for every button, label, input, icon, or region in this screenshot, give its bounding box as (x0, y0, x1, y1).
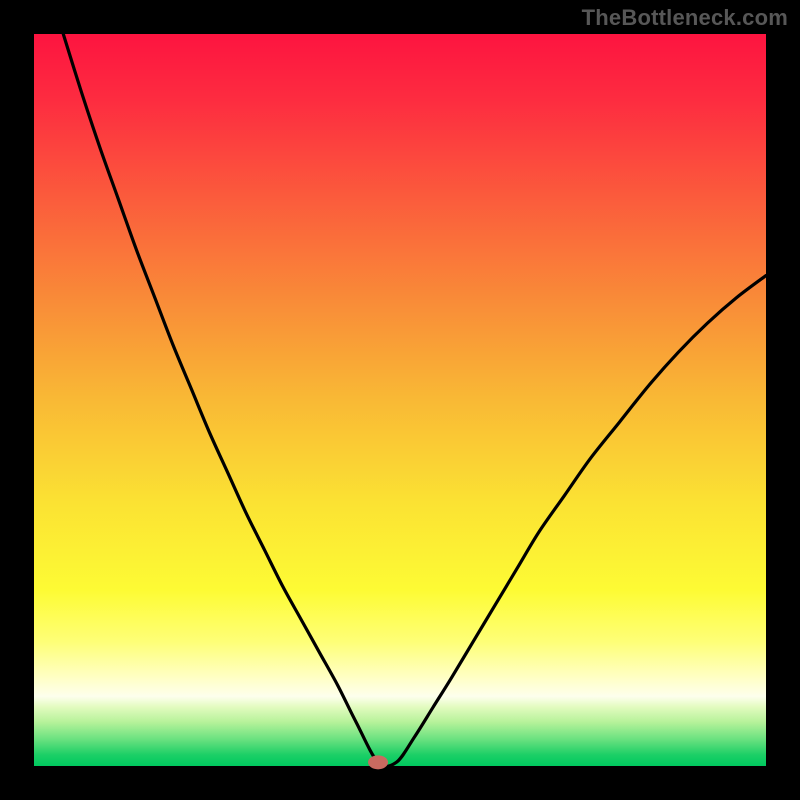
bottleneck-chart (0, 0, 800, 800)
chart-frame: TheBottleneck.com (0, 0, 800, 800)
optimal-point-marker (368, 755, 388, 769)
watermark-text: TheBottleneck.com (582, 5, 788, 31)
plot-background (34, 34, 766, 766)
